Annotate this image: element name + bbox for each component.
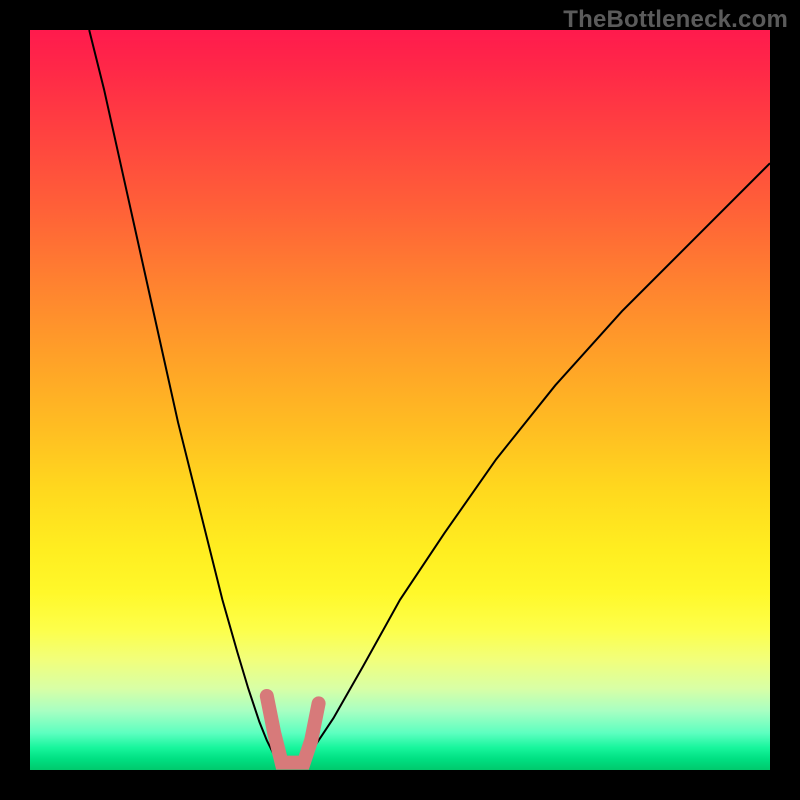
minimum-marker xyxy=(267,696,319,763)
chart-frame: TheBottleneck.com xyxy=(0,0,800,800)
curve-layer xyxy=(30,30,770,770)
curve-right-branch xyxy=(296,163,770,766)
curve-left-branch xyxy=(89,30,281,766)
plot-area xyxy=(30,30,770,770)
